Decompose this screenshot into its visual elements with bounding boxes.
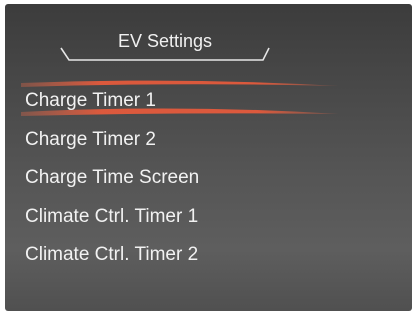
menu-item-label: Charge Timer 2: [25, 128, 156, 150]
menu-item-climate-ctrl-timer-1[interactable]: Climate Ctrl. Timer 1: [5, 198, 412, 237]
page-title: EV Settings: [117, 31, 213, 51]
screen-header: EV Settings: [59, 18, 271, 68]
menu-item-label: Charge Timer 1: [25, 90, 156, 111]
menu-item-label: Climate Ctrl. Timer 1: [25, 205, 199, 227]
ev-settings-screen: EV Settings Charge Timer 1 Charge Timer: [5, 4, 412, 311]
menu-item-charge-timer-2[interactable]: Charge Timer 2: [5, 121, 412, 160]
menu-item-label: Charge Time Screen: [25, 167, 200, 188]
menu-item-climate-ctrl-timer-2[interactable]: Climate Ctrl. Timer 2: [5, 236, 412, 275]
settings-menu: Charge Timer 1 Charge Timer 2 Charge Tim…: [5, 80, 412, 275]
menu-item-charge-timer-1[interactable]: Charge Timer 1: [5, 80, 412, 121]
menu-item-label: Climate Ctrl. Timer 2: [25, 244, 199, 265]
menu-item-charge-time-screen[interactable]: Charge Time Screen: [5, 159, 412, 198]
